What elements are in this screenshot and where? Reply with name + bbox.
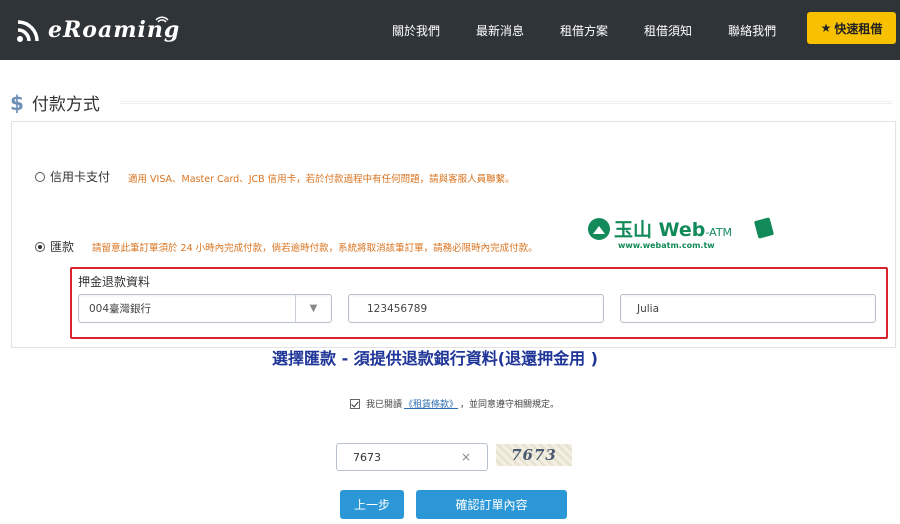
terms-suffix: ，並同意遵守相關規定。	[460, 400, 560, 410]
terms-link[interactable]: 《租賃條款》	[404, 397, 458, 410]
refund-name-value: Julia	[637, 302, 660, 315]
captcha-input[interactable]: 7673 ×	[336, 443, 488, 471]
signal-icon	[155, 16, 169, 23]
credit-card-option[interactable]: 信用卡支付	[35, 168, 110, 185]
esun-mark-icon	[588, 218, 610, 240]
credit-card-label: 信用卡支付	[50, 170, 111, 184]
chevron-down-icon[interactable]: ▼	[295, 295, 331, 322]
refund-account-value: 123456789	[367, 302, 428, 315]
annotation-caption: 選擇匯款 - 須提供退款銀行資料(退還押金用 )	[272, 349, 598, 368]
main-nav: 關於我們 最新消息 租借方案 租借須知 聯絡我們	[392, 0, 812, 60]
nav-news[interactable]: 最新消息	[476, 22, 524, 39]
refund-bank-value: 004臺灣銀行	[89, 303, 152, 315]
bank-logo-url: www.webatm.com.tw	[618, 241, 715, 250]
refund-bank-select[interactable]: 004臺灣銀行 ▼	[78, 294, 332, 323]
nav-plans[interactable]: 租借方案	[560, 22, 608, 39]
transfer-radio[interactable]	[35, 241, 45, 252]
nav-rental-notes[interactable]: 租借須知	[644, 22, 692, 39]
transfer-option[interactable]: 匯款	[35, 238, 74, 255]
bank-logo-name: 玉山 Web-ATM	[614, 219, 733, 241]
wifi-icon	[17, 20, 39, 42]
transfer-note: 請留意此筆訂單須於 24 小時內完成付款，倘若逾時付款，系統將取消該筆訂單，請務…	[92, 243, 538, 254]
title-divider	[120, 101, 892, 104]
quick-rent-button[interactable]: ★ 快速租借	[807, 12, 896, 44]
transfer-label: 匯款	[50, 240, 75, 254]
refund-name-input[interactable]: Julia	[620, 294, 876, 323]
page-title-text: 付款方式	[31, 95, 100, 115]
terms-prefix: 我已閱讀	[366, 400, 403, 410]
credit-card-radio[interactable]	[35, 171, 45, 182]
confirm-order-button[interactable]: 確認訂單內容	[416, 490, 567, 519]
refund-title: 押金退款資料	[78, 275, 151, 289]
nav-about[interactable]: 關於我們	[392, 22, 440, 39]
captcha-image[interactable]: 7673	[496, 444, 572, 466]
prev-step-button[interactable]: 上一步	[340, 490, 404, 519]
esun-webatm-logo: 玉山 Web-ATM www.webatm.com.tw	[588, 215, 778, 255]
terms-agreement: 我已閱讀 《租賃條款》 ，並同意遵守相關規定。	[350, 397, 559, 410]
quick-rent-label: 快速租借	[834, 21, 883, 36]
nav-contact[interactable]: 聯絡我們	[728, 22, 776, 39]
refund-account-input[interactable]: 123456789	[348, 294, 604, 323]
dollar-icon: $	[10, 90, 24, 115]
card-icon	[753, 217, 775, 239]
top-navbar: eRoaming 關於我們 最新消息 租借方案 租借須知 聯絡我們 ★ 快速租借	[0, 0, 900, 60]
star-icon: ★	[820, 21, 832, 35]
captcha-input-value: 7673	[353, 450, 381, 464]
terms-checkbox[interactable]	[350, 398, 360, 409]
credit-card-note: 適用 VISA、Master Card、JCB 信用卡，若於付款過程中有任何問題…	[128, 174, 515, 185]
page-title: $ 付款方式	[10, 90, 100, 116]
clear-icon[interactable]: ×	[461, 450, 471, 464]
brand-logo[interactable]: eRoaming	[16, 10, 180, 50]
